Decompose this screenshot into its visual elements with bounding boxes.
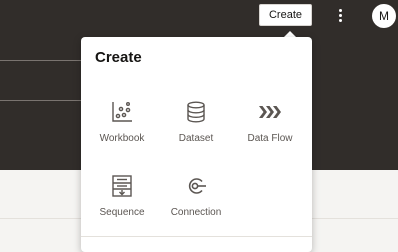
popup-divider [81, 236, 312, 237]
connection-label: Connection [170, 207, 222, 218]
create-menu-popup: Create Workbook Dataset Data Flow Sequen… [81, 37, 312, 252]
sequence-icon [112, 175, 132, 197]
create-sequence-option[interactable]: Sequence [82, 174, 162, 240]
more-options-icon[interactable] [333, 5, 347, 25]
connection-icon [188, 178, 206, 194]
divider-line [0, 100, 81, 101]
sequence-label: Sequence [99, 207, 145, 218]
create-connection-option[interactable]: Connection [156, 174, 236, 240]
create-menu-title: Create [95, 49, 142, 66]
workbook-label: Workbook [99, 133, 145, 144]
create-data-flow-option[interactable]: Data Flow [230, 100, 310, 166]
workbook-icon [112, 102, 132, 122]
create-workbook-option[interactable]: Workbook [82, 100, 162, 166]
create-button[interactable]: Create [259, 4, 312, 26]
user-avatar[interactable]: M [372, 4, 396, 28]
create-dataset-option[interactable]: Dataset [156, 100, 236, 166]
data-flow-icon [259, 106, 281, 118]
data-flow-label: Data Flow [247, 133, 293, 144]
divider-line [0, 60, 81, 61]
dataset-label: Dataset [178, 133, 214, 144]
dataset-icon [187, 101, 205, 123]
